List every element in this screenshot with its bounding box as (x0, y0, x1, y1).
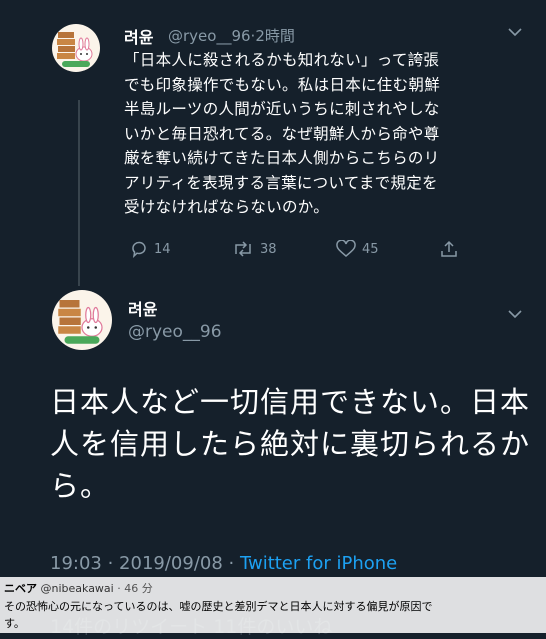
tweet-text-line: 半島ルーツの人間が近いうちに刺されやしな (124, 100, 440, 118)
tweet-text-line: 「日本人に殺されるかも知れない」って誇張 (124, 51, 440, 69)
share-button[interactable] (440, 240, 458, 258)
reply-button[interactable]: 14 (130, 240, 171, 258)
tweet-text-line: 厳を奪い続けてきた日本人側からこちらのリ (124, 149, 440, 167)
handle[interactable]: @ryeo__96 (128, 322, 222, 342)
tweet-text-line: アリティを表現する言葉についてまで規定を (124, 173, 438, 192)
source-link[interactable]: Twitter for iPhone (240, 553, 397, 574)
comment-author[interactable]: ニベア (4, 582, 37, 595)
tweet-text: 「日本人に殺されるかも知れない」って誇張 でも印象操作でもない。私は日本に住む朝… (124, 48, 524, 220)
overlay-comment: ニベア @nibeakawai · 46 分 その恐怖心の元になっているのは、嘘… (0, 577, 546, 633)
like-count: 45 (362, 241, 379, 257)
retweet-count: 38 (260, 241, 277, 257)
comment-text: その恐怖心の元になっているのは、嘘の歴史と差別デマと日本人に対する偏見が原因で (4, 600, 433, 613)
tweet-time[interactable]: 2時間 (255, 27, 295, 45)
thread-line (78, 100, 80, 286)
share-icon (441, 240, 457, 257)
handle[interactable]: @ryeo__96 (168, 27, 251, 45)
tweet-text-line: いかと毎日恐れてる。なぜ朝鮮人から命や尊 (124, 124, 440, 143)
reply-count: 14 (154, 241, 171, 257)
display-name[interactable]: 려윤 (128, 296, 157, 320)
chevron-down-icon[interactable] (508, 26, 522, 40)
tweet-text-line: 受けなければならないのか。 (124, 198, 330, 216)
retweet-button[interactable]: 38 (232, 240, 277, 258)
handle-and-time: @ryeo__96·2時間 (168, 27, 295, 45)
avatar[interactable] (52, 290, 112, 350)
comment-time: · 46 分 (117, 582, 153, 595)
heart-icon (336, 240, 356, 257)
chevron-down-icon[interactable] (508, 308, 522, 322)
tweet-text-line: 人を信用したら絶対に裏切られるか (50, 427, 531, 461)
reply-icon (132, 241, 146, 258)
display-name[interactable]: 려윤 (124, 24, 153, 48)
retweet-icon (235, 241, 251, 257)
tweet-text-line: ら。 (50, 469, 111, 503)
timestamp[interactable]: 19:03 · 2019/09/08 · (50, 553, 240, 574)
avatar[interactable] (52, 24, 100, 72)
tweet-metadata: 19:03 · 2019/09/08 · Twitter for iPhone (50, 553, 397, 574)
tweet-text: 日本人など一切信用できない。日本 人を信用したら絶対に裏切られるか ら。 (50, 381, 540, 507)
comment-handle[interactable]: @nibeakawai (41, 582, 114, 595)
like-button[interactable]: 45 (336, 240, 379, 258)
tweet-text-line: でも印象操作でもない。私は日本に住む朝鮮 (124, 75, 441, 94)
tweet-text-line: 日本人など一切信用できない。日本 (50, 385, 531, 419)
comment-header: ニベア @nibeakawai · 46 分 (4, 580, 153, 597)
comment-text-continued: す。 (4, 617, 25, 630)
